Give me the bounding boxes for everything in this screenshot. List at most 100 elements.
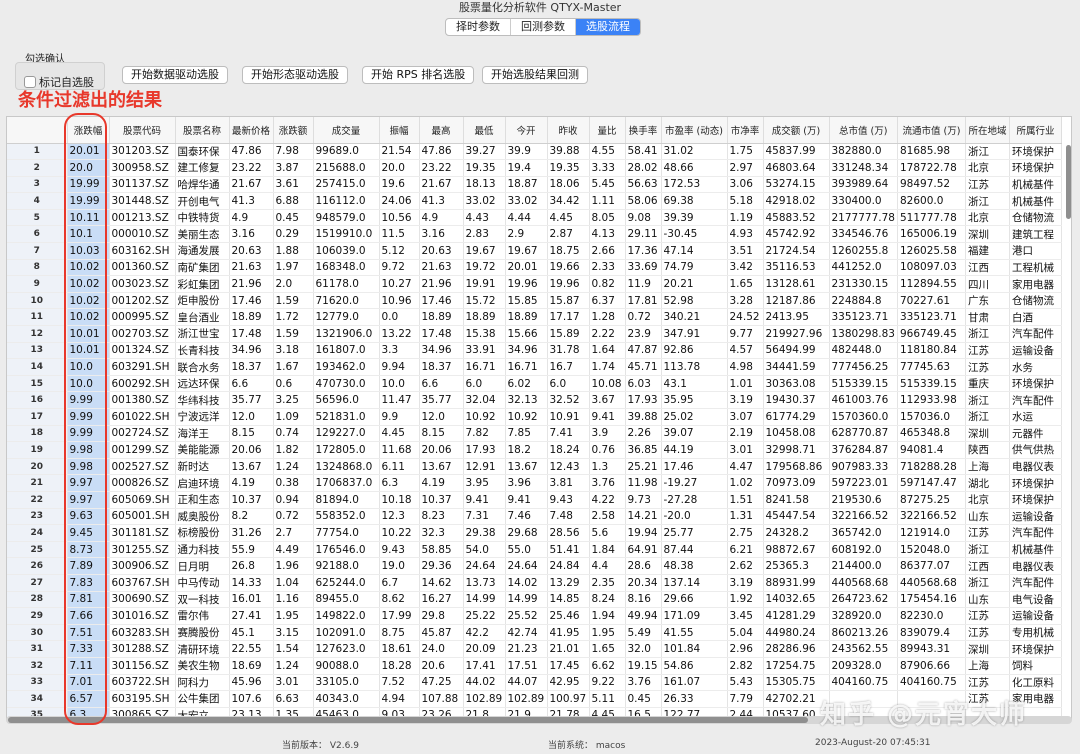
column-header[interactable]: 所属行业 <box>1009 117 1062 144</box>
table-cell: 20.06 <box>419 441 464 459</box>
scrollbar-thumb[interactable] <box>8 717 808 723</box>
table-row[interactable]: 17 9.99 601022.SH 宁波远洋 12.0 1.09 521831.0 9.9 12… <box>7 408 1062 426</box>
column-header[interactable]: 量比 <box>589 117 626 144</box>
table-row[interactable]: 30 7.51 603283.SH 赛腾股份 45.1 3.15 102091.0 8.75 4… <box>7 624 1062 642</box>
table-cell: 10.27 <box>379 275 420 293</box>
table-row[interactable]: 31 7.33 301288.SZ 清研环境 22.55 1.54 127623.0 18.6… <box>7 640 1062 658</box>
table-row[interactable]: 13 10.01 001324.SZ 长青科技 34.96 3.18 161807.0 3.3… <box>7 342 1062 360</box>
column-header[interactable]: 成交量 <box>313 117 380 144</box>
table-cell: 1.74 <box>589 358 626 376</box>
column-header[interactable]: 最新价格 <box>229 117 274 144</box>
table-cell: 10.18 <box>379 491 420 509</box>
table-cell: 3.51 <box>727 242 764 260</box>
table-cell: 5.18 <box>727 192 764 210</box>
table-row[interactable]: 15 10.0 600292.SH 远达环保 6.6 0.6 470730.0 10.0 6.6… <box>7 375 1062 393</box>
table-row[interactable]: 28 7.81 300690.SZ 双一科技 16.01 1.16 89455.0 8.62 1… <box>7 591 1062 609</box>
table-row[interactable]: 9 10.02 003023.SZ 彩虹集团 21.96 2.0 61178.0 10.27 2… <box>7 275 1062 293</box>
table-cell: 建工修复 <box>175 159 230 177</box>
table-cell: 17254.75 <box>763 657 830 675</box>
table-row[interactable]: 4 19.99 301448.SZ 开创电气 41.3 6.88 116112.0 24.06… <box>7 192 1062 210</box>
selection-backtest-button[interactable]: 开始选股结果回测 <box>482 66 588 84</box>
column-header[interactable]: 市净率 <box>727 117 764 144</box>
table-cell: 31.02 <box>661 143 728 161</box>
table-cell: 建筑工程 <box>1009 225 1062 244</box>
table-row[interactable]: 6 10.1 000010.SZ 美丽生态 3.16 0.29 1519910.0 11.5 3… <box>7 225 1062 244</box>
table-cell: 4.19 <box>419 474 464 492</box>
table-row[interactable]: 29 7.66 301016.SZ 雷尔伟 27.41 1.95 149822.0 17.99… <box>7 607 1062 625</box>
table-row[interactable]: 20 9.98 002527.SZ 新时达 13.67 1.24 1324868.0 6.11… <box>7 458 1062 476</box>
column-header[interactable]: 市盈率 (动态) <box>661 117 728 144</box>
table-cell: 137.14 <box>661 574 728 592</box>
table-row[interactable]: 12 10.01 002703.SZ 浙江世宝 17.48 1.59 1321906.0 13… <box>7 325 1062 343</box>
table-cell: 126025.58 <box>897 242 966 260</box>
table-row[interactable]: 27 7.83 603767.SH 中马传动 14.33 1.04 625244.0 6.7 1… <box>7 574 1062 592</box>
column-header[interactable]: 流通市值 (万) <box>897 117 966 144</box>
tab-timing-params[interactable]: 择时参数 <box>446 19 511 35</box>
table-row[interactable]: 19 9.98 001299.SZ 美能能源 20.06 1.82 172805.0 11.6… <box>7 441 1062 459</box>
table-row[interactable]: 11 10.02 000995.SZ 皇台酒业 18.89 1.72 12779.0 0.0 1… <box>7 308 1062 327</box>
table-row[interactable]: 18 9.99 002724.SZ 海洋王 8.15 0.74 129227.0 4.45 8.… <box>7 425 1062 443</box>
column-header[interactable]: 股票代码 <box>109 117 176 144</box>
table-cell: 3.15 <box>273 624 314 642</box>
table-cell: 28.6 <box>625 557 662 575</box>
pattern-driven-select-button[interactable]: 开始形态驱动选股 <box>242 66 348 84</box>
table-cell: 47.86 <box>419 143 464 161</box>
table-cell: 4.47 <box>727 458 764 476</box>
column-header[interactable]: 涨跌额 <box>273 117 314 144</box>
change-pct-cell: 8.73 <box>67 541 110 559</box>
column-header[interactable]: 今开 <box>505 117 548 144</box>
column-header[interactable]: 成交额 (万) <box>763 117 830 144</box>
table-row[interactable]: 22 9.97 605069.SH 正和生态 10.37 0.94 81894.0 10.18… <box>7 491 1062 509</box>
tab-stock-selection-flow[interactable]: 选股流程 <box>576 19 640 35</box>
table-cell: 深圳 <box>965 425 1010 443</box>
table-row[interactable]: 32 7.11 301156.SZ 美农生物 18.69 1.24 90088.0 18.28… <box>7 657 1062 675</box>
column-header[interactable]: 所在地域 <box>965 117 1010 144</box>
column-header[interactable]: 换手率 <box>625 117 662 144</box>
table-cell: 运输设备 <box>1009 607 1062 625</box>
table-row[interactable]: 10 10.02 001202.SZ 炬申股份 17.46 1.59 71620.0 10.9… <box>7 292 1062 310</box>
vertical-scrollbar[interactable] <box>1066 145 1071 219</box>
table-cell: 4.94 <box>379 690 420 708</box>
column-header[interactable]: 最高 <box>419 117 464 144</box>
row-index: 17 <box>7 408 68 426</box>
column-header[interactable]: 振幅 <box>379 117 420 144</box>
table-cell: 365742.0 <box>829 524 898 542</box>
table-row[interactable]: 26 7.89 300906.SZ 日月明 26.8 1.96 92188.0 19.0 29.… <box>7 557 1062 575</box>
table-cell: 3.19 <box>727 391 764 409</box>
table-row[interactable]: 14 10.0 603291.SH 联合水务 18.37 1.67 193462.0 9.94… <box>7 358 1062 376</box>
rps-rank-select-button[interactable]: 开始 RPS 排名选股 <box>362 66 475 84</box>
table-row[interactable]: 2 20.0 300958.SZ 建工修复 23.22 3.87 215688.0 20.0 2… <box>7 159 1062 177</box>
table-cell: 1.02 <box>727 474 764 492</box>
table-cell: 18.89 <box>463 308 506 327</box>
table-cell: 元器件 <box>1009 425 1062 443</box>
table-row[interactable]: 21 9.97 000826.SZ 启迪环境 4.19 0.38 1706837.0 6.3 4… <box>7 474 1062 492</box>
table-cell: 8.75 <box>379 624 420 642</box>
data-driven-select-button[interactable]: 开始数据驱动选股 <box>122 66 228 84</box>
table-cell: 32.04 <box>463 391 506 409</box>
table-cell: 19.15 <box>625 657 662 675</box>
column-header[interactable]: 昨收 <box>547 117 590 144</box>
column-header[interactable]: 股票名称 <box>175 117 230 144</box>
table-row[interactable]: 1 20.01 301203.SZ 国泰环保 47.86 7.98 99689.0 21.54… <box>7 143 1062 161</box>
table-cell: 正和生态 <box>175 491 230 509</box>
column-header[interactable]: 涨跌幅 <box>67 117 110 144</box>
column-header[interactable]: 最低 <box>463 117 506 144</box>
table-row[interactable]: 8 10.02 001360.SZ 南矿集团 21.63 1.97 168348.0 9.72… <box>7 259 1062 277</box>
table-cell: 18.28 <box>379 657 420 675</box>
table-row[interactable]: 25 8.73 301255.SZ 通力科技 55.9 4.49 176546.0 9.43 5… <box>7 541 1062 559</box>
tab-backtest-params[interactable]: 回测参数 <box>511 19 576 35</box>
table-cell: 47.25 <box>419 674 464 692</box>
table-cell: 36.85 <box>625 441 662 459</box>
table-cell: 33.02 <box>505 192 548 210</box>
stock-result-grid[interactable]: 涨跌幅 股票代码 股票名称 最新价格 涨跌额 成交量 振幅 最高 最低 今开 昨收 量比 换手率 市盈率 … <box>6 116 1072 720</box>
table-row[interactable]: 23 9.63 605001.SH 威奥股份 8.2 0.72 558352.0 12.3 8.… <box>7 508 1062 526</box>
table-row[interactable]: 16 9.99 001380.SZ 华纬科技 35.77 3.25 56596.0 11.47… <box>7 391 1062 409</box>
table-cell: 15.85 <box>505 292 548 310</box>
table-row[interactable]: 3 19.99 301137.SZ 哈焊华通 21.67 3.61 257415.0 19.6… <box>7 176 1062 194</box>
table-row[interactable]: 7 10.03 603162.SH 海通发展 20.63 1.88 106039.0 5.12… <box>7 242 1062 260</box>
table-row[interactable]: 24 9.45 301181.SZ 标榜股份 31.26 2.7 77754.0 10.22 3… <box>7 524 1062 542</box>
table-cell: 1.92 <box>727 591 764 609</box>
table-row[interactable]: 33 7.01 603722.SH 阿科力 45.96 3.01 33105.0 7.52 47… <box>7 674 1062 692</box>
table-row[interactable]: 5 10.11 001213.SZ 中铁特货 4.9 0.45 948579.0 10.56 4… <box>7 209 1062 227</box>
column-header[interactable]: 总市值 (万) <box>829 117 898 144</box>
